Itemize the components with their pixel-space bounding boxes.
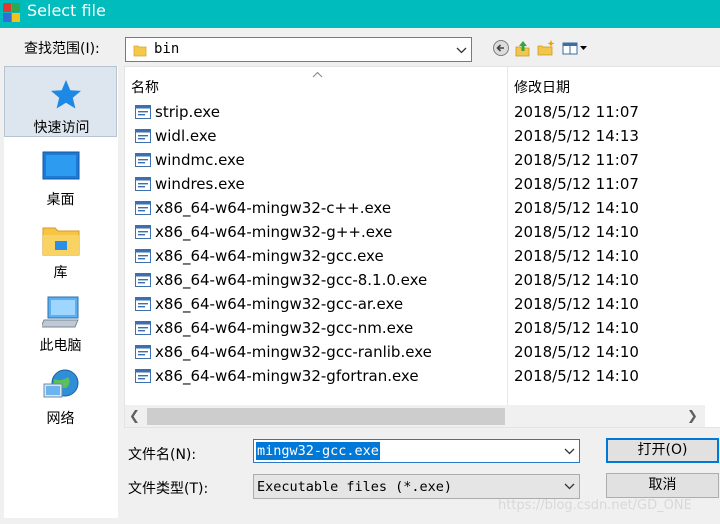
exe-file-icon [135,273,151,287]
chevron-down-icon [456,47,467,54]
file-row[interactable]: x86_64-w64-mingw32-gcc-8.1.0.exe 2018/5/1… [125,268,715,292]
places-bar: 快速访问 桌面 库 此电脑 网络 [4,66,118,518]
file-name: x86_64-w64-mingw32-gfortran.exe [155,367,419,385]
file-list[interactable]: 名称 修改日期 strip.exe 2018/5/12 11:07 widl.exe… [124,66,720,428]
file-name: x86_64-w64-mingw32-c++.exe [155,199,392,217]
horizontal-scroll-thumb[interactable] [147,408,505,425]
up-folder-icon[interactable] [513,38,533,58]
file-date: 2018/5/12 14:13 [514,127,639,145]
view-menu-icon[interactable] [561,38,591,58]
file-row[interactable]: strip.exe 2018/5/12 11:07 [125,100,715,124]
file-date: 2018/5/12 14:10 [514,367,639,385]
file-name: strip.exe [155,103,220,121]
place-label: 快速访问 [33,120,90,136]
file-date: 2018/5/12 14:10 [514,247,639,265]
column-header-date[interactable]: 修改日期 [514,77,570,97]
place-label: 此电脑 [39,338,82,354]
exe-file-icon [135,297,151,311]
file-date: 2018/5/12 14:10 [514,271,639,289]
place-label: 网络 [46,411,75,427]
library-icon [42,227,80,256]
look-in-value: bin [154,41,180,57]
exe-file-icon [135,105,151,119]
place-label: 库 [53,265,68,281]
back-arrow-icon[interactable] [491,38,511,58]
new-folder-icon[interactable] [536,38,556,58]
file-row[interactable]: windmc.exe 2018/5/12 11:07 [125,148,715,172]
look-in-dropdown[interactable]: bin [125,37,472,62]
file-row[interactable]: x86_64-w64-mingw32-c++.exe 2018/5/12 14:1… [125,196,715,220]
chevron-down-icon[interactable] [564,448,575,455]
exe-file-icon [135,249,151,263]
file-name: x86_64-w64-mingw32-gcc-ranlib.exe [155,343,432,361]
column-header-name[interactable]: 名称 [131,77,159,97]
file-row[interactable]: x86_64-w64-mingw32-gfortran.exe 2018/5/12… [125,364,715,388]
network-icon [43,369,79,398]
file-date: 2018/5/12 11:07 [514,175,639,193]
file-date: 2018/5/12 11:07 [514,151,639,169]
scroll-left-icon[interactable]: ❮ [129,409,140,424]
exe-file-icon [135,321,151,335]
file-date: 2018/5/12 14:10 [514,319,639,337]
file-name: x86_64-w64-mingw32-gcc-ar.exe [155,295,404,313]
place-desktop[interactable]: 桌面 [4,139,117,210]
place-library[interactable]: 库 [4,212,117,283]
exe-file-icon [135,225,151,239]
filetype-select[interactable]: Executable files (*.exe) [253,474,580,499]
exe-file-icon [135,129,151,143]
look-in-label: 查找范围(I): [24,41,100,57]
file-row[interactable]: x86_64-w64-mingw32-g++.exe 2018/5/12 14:1… [125,220,715,244]
file-date: 2018/5/12 11:07 [514,103,639,121]
file-row[interactable]: x86_64-w64-mingw32-gcc-ranlib.exe 2018/5/… [125,340,715,364]
horizontal-scrollbar[interactable]: ❮ ❯ [125,405,705,427]
file-name: x86_64-w64-mingw32-g++.exe [155,223,393,241]
file-date: 2018/5/12 14:10 [514,199,639,217]
file-name: windmc.exe [155,151,245,169]
folder-icon [133,45,147,57]
exe-file-icon [135,345,151,359]
file-name: x86_64-w64-mingw32-gcc-8.1.0.exe [155,271,428,289]
open-button[interactable]: 打开(O) [606,438,719,463]
exe-file-icon [135,153,151,167]
file-name: windres.exe [155,175,245,193]
filename-combo[interactable]: mingw32-gcc.exe [253,439,580,463]
file-row[interactable]: x86_64-w64-mingw32-gcc-nm.exe 2018/5/12 1… [125,316,715,340]
place-this-pc[interactable]: 此电脑 [4,285,117,356]
file-name: widl.exe [155,127,217,145]
cancel-button[interactable]: 取消 [606,473,719,498]
place-network[interactable]: 网络 [4,358,117,429]
file-date: 2018/5/12 14:10 [514,295,639,313]
exe-file-icon [135,177,151,191]
exe-file-icon [135,201,151,215]
place-label: 桌面 [46,192,75,208]
file-row[interactable]: x86_64-w64-mingw32-gcc.exe 2018/5/12 14:1… [125,244,715,268]
place-quick-access[interactable]: 快速访问 [4,66,117,137]
computer-icon [42,296,79,328]
file-row[interactable]: x86_64-w64-mingw32-gcc-ar.exe 2018/5/12 1… [125,292,715,316]
watermark: https://blog.csdn.net/GD_ONE [498,498,692,513]
app-icon [3,3,20,22]
window-title: Select file [27,1,106,20]
exe-file-icon [135,369,151,383]
quick-access-star-icon [51,80,81,109]
desktop-icon [42,151,80,180]
file-date: 2018/5/12 14:10 [514,343,639,361]
file-date: 2018/5/12 14:10 [514,223,639,241]
filetype-value: Executable files (*.exe) [257,479,453,495]
filename-label: 文件名(N): [128,447,197,463]
title-bar[interactable]: Select file [0,0,720,28]
file-row[interactable]: windres.exe 2018/5/12 11:07 [125,172,715,196]
chevron-down-icon [564,483,575,490]
filetype-label: 文件类型(T): [128,481,209,497]
filename-input[interactable]: mingw32-gcc.exe [256,442,380,460]
file-name: x86_64-w64-mingw32-gcc-nm.exe [155,319,414,337]
file-row[interactable]: widl.exe 2018/5/12 14:13 [125,124,715,148]
sort-ascending-icon [312,71,323,78]
file-name: x86_64-w64-mingw32-gcc.exe [155,247,384,265]
scroll-right-icon[interactable]: ❯ [687,409,698,424]
